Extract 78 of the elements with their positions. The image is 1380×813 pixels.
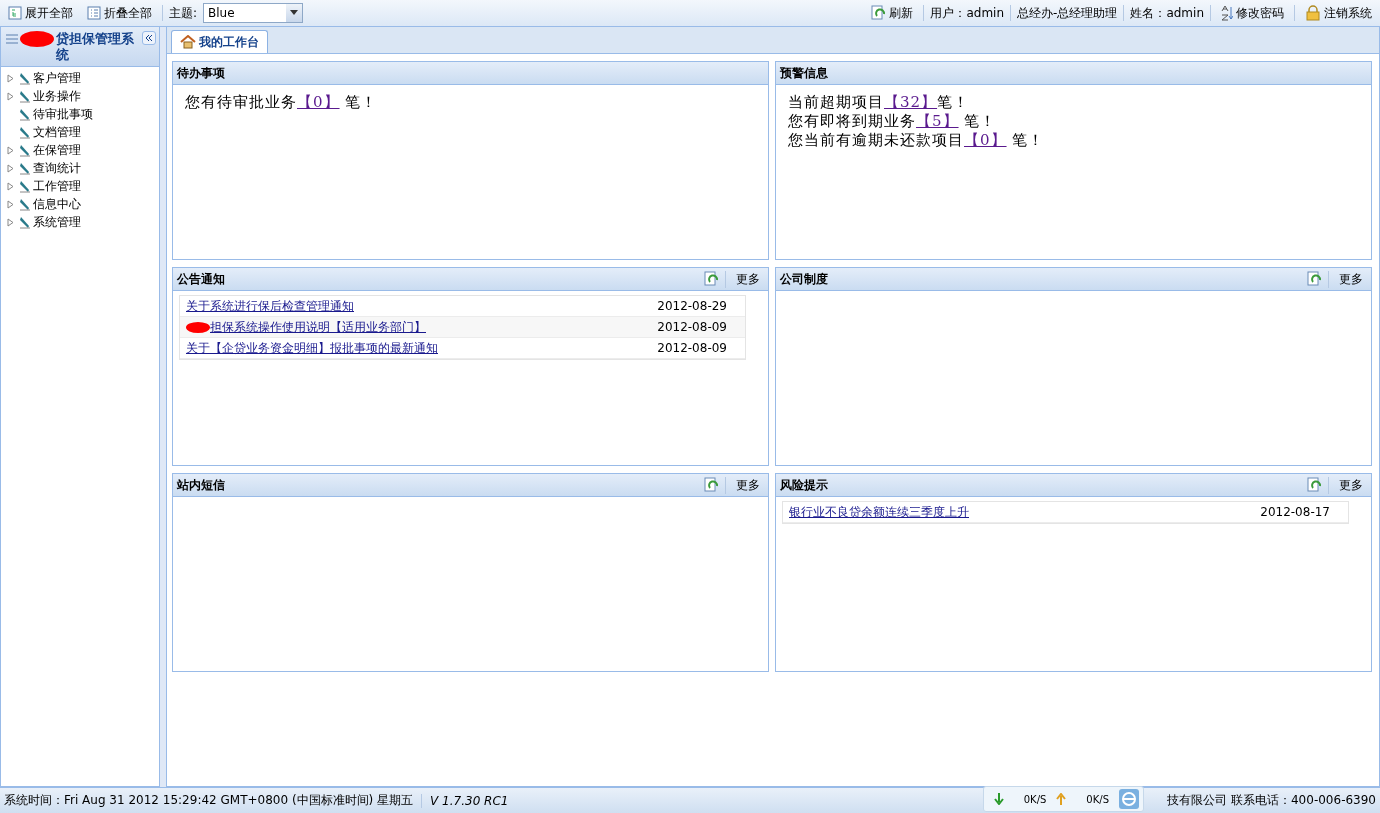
more-button[interactable]: 更多 [725, 270, 764, 288]
tree-item[interactable]: 业务操作 [1, 87, 159, 105]
theme-select[interactable]: Blue [203, 3, 304, 23]
panel-title: 预警信息 [780, 64, 829, 82]
quill-pen-icon [19, 89, 31, 103]
down-arrow-icon [993, 793, 1004, 805]
list-icon [6, 33, 18, 45]
dropdown-arrow-icon [290, 10, 299, 16]
more-button[interactable]: 更多 [725, 476, 764, 494]
expand-all-button[interactable]: 展开全部 [4, 4, 77, 22]
quill-pen-icon [19, 161, 31, 175]
tree-item[interactable]: 文档管理 [1, 123, 159, 141]
theme-label: 主题: [169, 4, 198, 22]
count-link[interactable]: 【0】 [297, 93, 340, 111]
date-text: 2012-08-09 [657, 341, 728, 355]
notice-link[interactable]: 银行业不良贷余额连续三季度上升 [789, 503, 1261, 521]
refresh-button[interactable] [1306, 477, 1322, 493]
count-link[interactable]: 【0】 [964, 131, 1007, 149]
quill-pen-icon [19, 215, 31, 229]
tree-item[interactable]: 待审批事项 [1, 105, 159, 123]
more-button[interactable]: 更多 [1328, 270, 1367, 288]
user-info-text: 总经办-总经理助理 [1017, 4, 1118, 22]
refresh-button[interactable] [703, 477, 719, 493]
sidebar-title: 贷担保管理系统 [56, 31, 135, 63]
notice-link[interactable]: 关于【企贷业务资金明细】报批事项的最新通知 [186, 339, 658, 357]
quill-pen-icon [19, 125, 31, 139]
company-contact-text: 技有限公司 联系电话：400-006-6390 [1167, 792, 1376, 809]
tree-item[interactable]: 信息中心 [1, 195, 159, 213]
panel-title: 公司制度 [780, 270, 829, 288]
date-text: 2012-08-29 [657, 299, 728, 313]
workbench-tab[interactable]: 我的工作台 [171, 30, 268, 53]
tree-item[interactable]: 查询统计 [1, 159, 159, 177]
refresh-button[interactable] [1306, 271, 1322, 287]
browser-icon [1119, 789, 1139, 809]
tree-item[interactable]: 客户管理 [1, 69, 159, 87]
collapse-sidebar-button[interactable] [142, 31, 156, 45]
panel-title: 风险提示 [780, 476, 829, 494]
notice-text: 您有即将到期业务【5】 笔！ [788, 112, 998, 131]
panel-title: 站内短信 [177, 476, 226, 494]
user-info-text: 姓名：admin [1130, 4, 1204, 22]
quill-pen-icon [19, 107, 31, 121]
notice-text: 您有待审批业务【0】 笔！ [185, 93, 379, 112]
user-info-text: 用户：admin [930, 4, 1005, 22]
date-text: 2012-08-17 [1260, 505, 1331, 519]
notice-link[interactable]: 担保系统操作使用说明【适用业务部门】 [186, 318, 658, 336]
padlock-icon [1305, 5, 1321, 21]
tree-item[interactable]: 在保管理 [1, 141, 159, 159]
count-link[interactable]: 【5】 [916, 112, 959, 130]
quill-pen-icon [19, 143, 31, 157]
quill-pen-icon [19, 197, 31, 211]
refresh-button[interactable]: 刷新 [866, 4, 918, 22]
more-button[interactable]: 更多 [1328, 476, 1367, 494]
panel-title: 公告通知 [177, 270, 226, 288]
tree-item[interactable]: 系统管理 [1, 213, 159, 231]
system-time-text: 系统时间：Fri Aug 31 2012 15:29:42 GMT+0800 (中国标准时间) 星期五 [4, 792, 414, 809]
collapse-all-button[interactable]: 折叠全部 [83, 4, 156, 22]
change-password-button[interactable]: 修改密码 [1217, 4, 1288, 22]
count-link[interactable]: 【32】 [884, 93, 938, 111]
logout-button[interactable]: 注销系统 [1301, 4, 1376, 22]
download-speed-text: 0K/S [1022, 793, 1048, 805]
expand-tree-icon [8, 6, 22, 20]
quill-pen-icon [19, 71, 31, 85]
sort-arrow-icon [1221, 5, 1233, 21]
notice-link[interactable]: 关于系统进行保后检查管理通知 [186, 297, 658, 315]
notice-text: 您当前有逾期未还款项目【0】 笔！ [788, 131, 1046, 150]
quill-pen-icon [19, 179, 31, 193]
version-text: V 1.7.30 RC1 [421, 793, 509, 808]
collapse-tree-icon [87, 6, 101, 20]
up-arrow-icon [1056, 793, 1067, 805]
house-icon [180, 35, 196, 49]
refresh-button[interactable] [703, 271, 719, 287]
double-chevron-icon [145, 34, 153, 42]
tree-item[interactable]: 工作管理 [1, 177, 159, 195]
panel-title: 待办事项 [177, 64, 226, 82]
notice-text: 当前超期项目【32】笔！ [788, 93, 971, 112]
upload-speed-text: 0K/S [1085, 793, 1110, 805]
refresh-icon [870, 5, 887, 21]
date-text: 2012-08-09 [657, 320, 728, 334]
